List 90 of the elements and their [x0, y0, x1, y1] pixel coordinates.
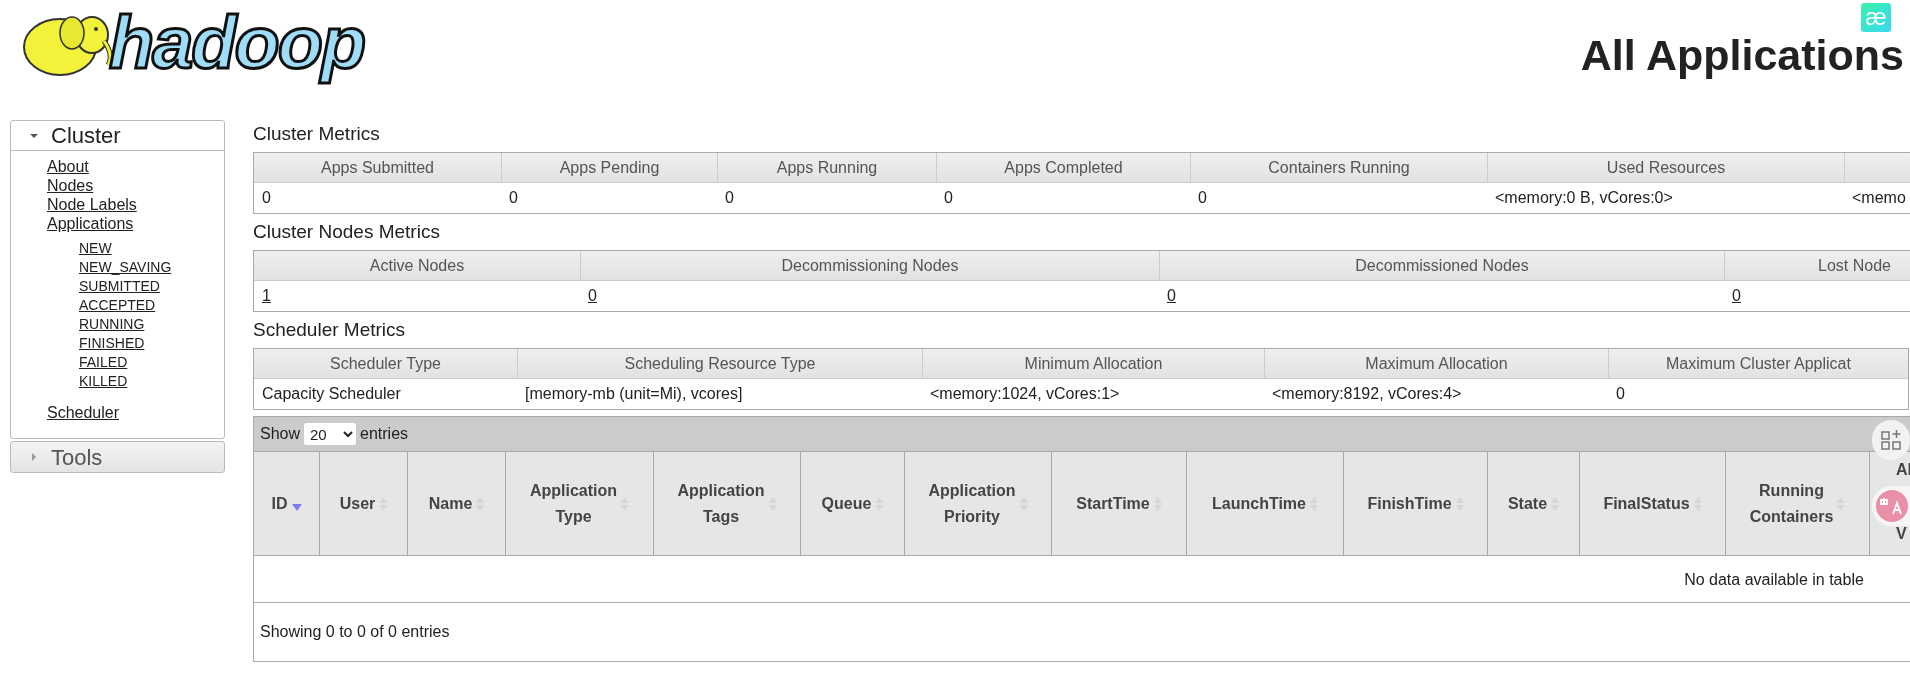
header-label: V — [1896, 525, 1908, 543]
header-label: LaunchTime — [1212, 493, 1306, 514]
header-label: ID — [271, 493, 288, 514]
header-label: User — [339, 493, 376, 514]
column-header[interactable]: Application Type — [505, 452, 653, 555]
nav-link[interactable]: Applications — [47, 214, 134, 233]
nav-link[interactable]: KILLED — [79, 372, 128, 391]
column-header: Maximum Allocation — [1264, 349, 1608, 379]
section-header[interactable]: Cluster — [11, 121, 224, 151]
table-cell-text: 0 — [724, 188, 735, 208]
page-size-select[interactable]: 20 — [304, 423, 357, 445]
nav-link[interactable]: SUBMITTED — [79, 277, 160, 296]
table-cell-text: 0 — [261, 188, 272, 208]
nav-link[interactable]: Nodes — [47, 176, 94, 195]
header-label: State — [1507, 493, 1548, 514]
floating-translate-menu[interactable] — [1872, 486, 1910, 526]
value-link[interactable]: 1 — [262, 287, 271, 304]
table-cell-text: <memory:1024, vCores:1> — [929, 384, 1121, 404]
column-header: Scheduling Resource Type — [517, 349, 922, 379]
nav-link[interactable]: NEW — [79, 239, 112, 258]
header-label: StartTime — [1076, 493, 1150, 514]
header-label: Queue — [821, 493, 872, 514]
column-header[interactable]: Application Priority — [904, 452, 1051, 555]
nav-link[interactable]: Scheduler — [47, 403, 120, 422]
section-heading: Cluster Metrics — [253, 122, 381, 146]
section-heading: Scheduler Metrics — [253, 318, 407, 342]
column-header: Lost Node — [1724, 251, 1910, 281]
nav-link[interactable]: About — [47, 157, 89, 176]
section-header[interactable]: Tools — [11, 442, 224, 472]
header-label: Containers — [1749, 506, 1834, 527]
column-header: Used Resources — [1487, 153, 1844, 183]
column-header: Apps Running — [717, 153, 936, 183]
column-header[interactable]: Application Tags — [653, 452, 800, 555]
header-label: Application — [928, 480, 1016, 501]
header-label: Priority — [944, 506, 1000, 527]
column-header[interactable]: Name — [407, 452, 505, 555]
empty-table-cell: No data available in table — [254, 556, 1910, 603]
column-header: Decommissioning Nodes — [580, 251, 1159, 281]
column-header[interactable]: FinishTime — [1343, 452, 1487, 555]
header-label: FinishTime — [1367, 493, 1452, 514]
header-label: Type — [555, 506, 592, 527]
nav-link[interactable]: RUNNING — [79, 315, 145, 334]
column-header: Maximum Cluster Applicat — [1608, 349, 1908, 379]
header-label: Al — [1896, 461, 1910, 479]
column-header[interactable]: LaunchTime — [1186, 452, 1343, 555]
table-cell-text: [memory-mb (unit=Mi), vcores] — [524, 384, 744, 404]
value-link[interactable]: 0 — [588, 287, 597, 304]
header-label: Running — [1759, 480, 1824, 501]
column-header: Minimum Allocation — [922, 349, 1264, 379]
header-label: Tags — [702, 506, 740, 527]
column-header[interactable]: ID — [254, 452, 319, 555]
entries-label: entries — [360, 424, 409, 444]
column-header: Containers Running — [1190, 153, 1487, 183]
nav-link[interactable]: FAILED — [79, 353, 128, 372]
nav-link[interactable]: ACCEPTED — [79, 296, 156, 315]
header-label: Name — [428, 493, 473, 514]
table-cell-text: Capacity Scheduler — [261, 384, 402, 404]
nav-link[interactable]: Node Labels — [47, 195, 137, 214]
column-header[interactable]: State — [1487, 452, 1579, 555]
column-header: Decommissioned Nodes — [1159, 251, 1724, 281]
nav-link[interactable]: FINISHED — [79, 334, 145, 353]
column-header: Active Nodes — [254, 251, 580, 281]
column-header[interactable]: Running Containers — [1725, 452, 1869, 555]
translate-icon — [1876, 490, 1908, 522]
table-cell-text: 0 — [943, 188, 954, 208]
column-header[interactable]: StartTime — [1051, 452, 1186, 555]
table-info: Showing 0 to 0 of 0 entries — [260, 622, 450, 642]
table-cell-text: <memo — [1851, 188, 1907, 208]
column-header[interactable]: User — [319, 452, 407, 555]
section-heading: Cluster Nodes Metrics — [253, 220, 441, 244]
table-cell-text: 0 — [1197, 188, 1208, 208]
table-cell-text: 0 — [1615, 384, 1626, 404]
value-link[interactable]: 0 — [1732, 287, 1741, 304]
column-header: Apps Submitted — [254, 153, 501, 183]
table-cell-text: <memory:0 B, vCores:0> — [1494, 188, 1674, 208]
header-label: FinalStatus — [1603, 493, 1690, 514]
table-cell-text: <memory:8192, vCores:4> — [1271, 384, 1463, 404]
column-header: Apps Pending — [501, 153, 717, 183]
header-label: Application — [529, 480, 618, 501]
nav-link[interactable]: NEW_SAVING — [79, 258, 172, 277]
value-link[interactable]: 0 — [1167, 287, 1176, 304]
column-header: Apps Completed — [936, 153, 1190, 183]
page-title: All Applications — [1580, 34, 1904, 77]
table-cell-text: 0 — [508, 188, 519, 208]
header-label: Application — [677, 480, 765, 501]
column-header: Scheduler Type — [254, 349, 517, 379]
show-label: Show — [260, 424, 301, 444]
caret-right-icon — [29, 452, 39, 462]
column-header[interactable]: FinalStatus — [1579, 452, 1725, 555]
column-header[interactable]: Queue — [800, 452, 904, 555]
